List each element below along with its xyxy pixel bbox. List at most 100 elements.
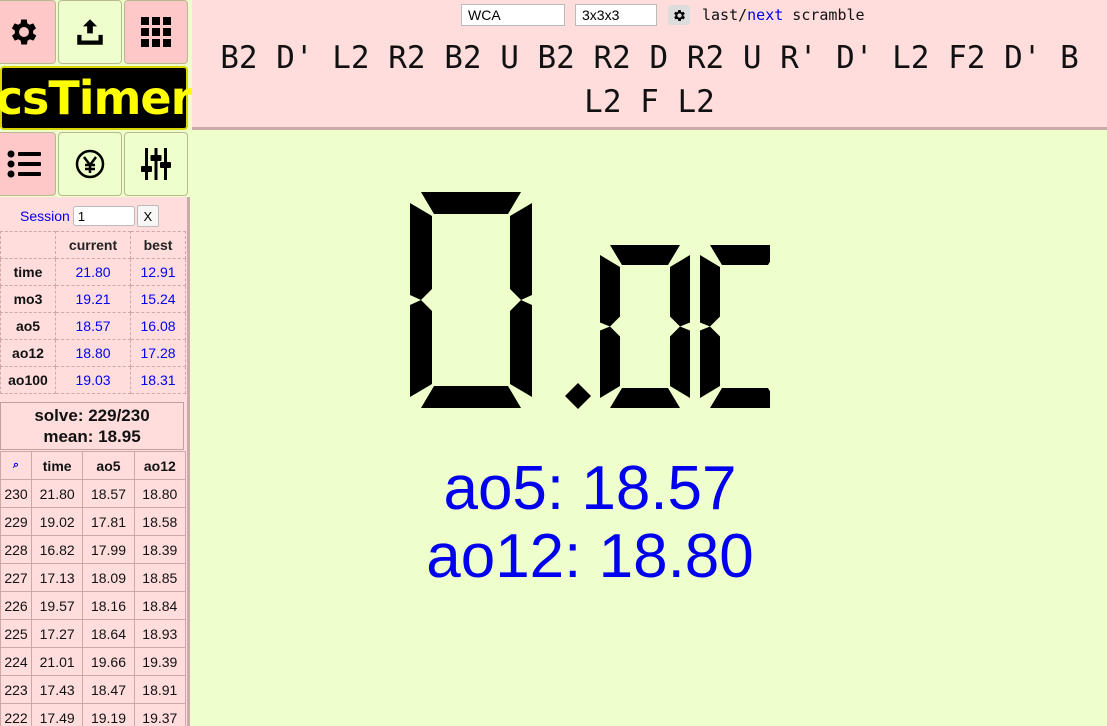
table-row: 225 17.27 18.64 18.93: [0, 619, 187, 648]
stat-name: time: [0, 258, 56, 286]
solve-index[interactable]: 227: [0, 563, 32, 592]
stat-best[interactable]: 17.28: [130, 339, 186, 367]
session-mean: mean: 18.95: [43, 427, 141, 446]
table-row: 227 17.13 18.09 18.85: [0, 563, 187, 592]
stats-button[interactable]: [0, 132, 56, 196]
solve-ao5[interactable]: 18.57: [82, 479, 135, 508]
solve-time[interactable]: 17.27: [30, 619, 84, 648]
solve-time[interactable]: 17.13: [30, 563, 84, 592]
solve-ao5[interactable]: 19.66: [82, 647, 135, 676]
solve-time[interactable]: 21.01: [30, 647, 84, 676]
scramble-button[interactable]: [124, 0, 188, 64]
puzzle-select[interactable]: [575, 4, 657, 26]
solve-ao12[interactable]: 18.39: [133, 535, 187, 564]
stat-best[interactable]: 12.91: [130, 258, 186, 286]
table-row: 224 21.01 19.66 19.39: [0, 647, 187, 676]
solve-ao5[interactable]: 18.64: [82, 619, 135, 648]
export-button[interactable]: [58, 0, 122, 64]
session-select[interactable]: [72, 206, 135, 226]
solve-index[interactable]: 226: [0, 591, 32, 620]
logo[interactable]: csTimer: [0, 66, 193, 130]
solve-time[interactable]: 16.82: [30, 535, 84, 564]
solve-ao5[interactable]: 17.99: [82, 535, 135, 564]
solve-time[interactable]: 19.02: [30, 507, 84, 536]
solve-ao12[interactable]: 18.91: [133, 675, 187, 704]
stat-name: mo3: [0, 285, 56, 313]
session-row: Session X: [20, 205, 159, 227]
stats-panel: Session X current best time21.8012.91 mo…: [0, 197, 190, 726]
scramble-label: scramble: [783, 6, 865, 24]
gear-icon: [673, 9, 685, 21]
tools-button[interactable]: [124, 132, 188, 196]
solve-time[interactable]: 17.49: [30, 703, 84, 726]
solve-ao5[interactable]: 17.81: [82, 507, 135, 536]
stat-current[interactable]: 19.21: [54, 285, 132, 313]
timer-segment: [710, 388, 770, 408]
stat-current[interactable]: 18.80: [54, 339, 132, 367]
solve-time[interactable]: 21.80: [30, 479, 84, 508]
solve-index[interactable]: 228: [0, 535, 32, 564]
scramble-nav: last/next scramble: [702, 6, 865, 24]
stat-best[interactable]: 15.24: [130, 285, 186, 313]
solve-ao12[interactable]: 19.37: [133, 703, 187, 726]
timer-segment: [610, 245, 680, 265]
solve-index[interactable]: 224: [0, 647, 32, 676]
stat-current[interactable]: 19.03: [54, 366, 132, 394]
clear-session-button[interactable]: X: [136, 205, 159, 227]
solve-time[interactable]: 17.43: [30, 675, 84, 704]
solve-ao5[interactable]: 18.47: [82, 675, 135, 704]
yen-icon: [75, 149, 105, 179]
last-scramble-link[interactable]: last: [702, 6, 738, 24]
solve-index[interactable]: 222: [0, 703, 32, 726]
solve-ao12[interactable]: 18.58: [133, 507, 187, 536]
stats-row: ao100 19.03 18.31: [0, 366, 186, 394]
stat-current[interactable]: 18.57: [54, 312, 132, 340]
session-summary[interactable]: solve: 229/230 mean: 18.95: [0, 402, 184, 450]
scramble-text: B2 D' L2 R2 B2 U B2 R2 D R2 U R' D' L2 F…: [192, 36, 1107, 124]
solve-index[interactable]: 229: [0, 507, 32, 536]
settings-button[interactable]: [0, 0, 56, 64]
stats-header: best: [130, 231, 186, 259]
scramble-type-select[interactable]: [461, 4, 565, 26]
solve-index[interactable]: 225: [0, 619, 32, 648]
timer-segment: [700, 326, 720, 398]
times-header: ao5: [82, 451, 135, 480]
timer-segment: [510, 300, 532, 397]
timer-segment: [410, 203, 432, 300]
solve-ao12[interactable]: 18.93: [133, 619, 187, 648]
table-row: 229 19.02 17.81 18.58: [0, 507, 187, 536]
timer-segment: [600, 326, 620, 398]
donate-button[interactable]: [58, 132, 122, 196]
timer-decimal-point: [565, 383, 591, 409]
stats-header: current: [54, 231, 132, 259]
times-header: ao12: [133, 451, 187, 480]
stat-best[interactable]: 18.31: [130, 366, 186, 394]
solve-ao5[interactable]: 18.09: [82, 563, 135, 592]
solve-ao12[interactable]: 18.84: [133, 591, 187, 620]
timer-segment: [670, 255, 690, 327]
solve-ao5[interactable]: 19.19: [82, 703, 135, 726]
scramble-settings-button[interactable]: [668, 5, 690, 25]
stat-current[interactable]: 21.80: [54, 258, 132, 286]
solve-index[interactable]: 223: [0, 675, 32, 704]
search-icon[interactable]: ⌕: [0, 451, 32, 480]
next-scramble-link[interactable]: next: [747, 6, 783, 24]
stats-row: ao12 18.80 17.28: [0, 339, 186, 367]
stats-row: time 21.80 12.91: [0, 258, 186, 286]
times-header: time: [30, 451, 84, 480]
solve-ao12[interactable]: 19.39: [133, 647, 187, 676]
timer-display[interactable]: [410, 190, 770, 410]
solve-time[interactable]: 19.57: [30, 591, 84, 620]
solve-ao5[interactable]: 18.16: [82, 591, 135, 620]
table-row: 226 19.57 18.16 18.84: [0, 591, 187, 620]
grid-icon: [141, 17, 171, 47]
stat-best[interactable]: 16.08: [130, 312, 186, 340]
solve-ao12[interactable]: 18.80: [133, 479, 187, 508]
times-header-row: ⌕ time ao5 ao12: [0, 451, 187, 480]
scramble-line: L2 F L2: [584, 84, 715, 120]
session-label[interactable]: Session: [20, 208, 70, 224]
table-row: 222 17.49 19.19 19.37: [0, 703, 187, 726]
solve-index[interactable]: 230: [0, 479, 32, 508]
solve-count: solve: 229/230: [34, 406, 150, 425]
solve-ao12[interactable]: 18.85: [133, 563, 187, 592]
